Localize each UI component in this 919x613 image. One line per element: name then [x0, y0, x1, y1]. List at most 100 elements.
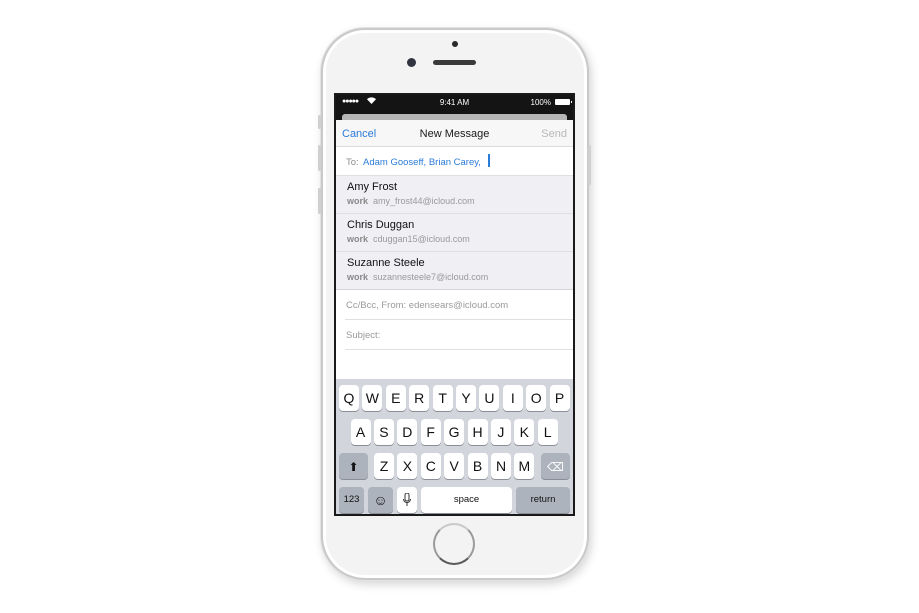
key-label: H	[472, 424, 483, 440]
keyboard-row-3: ⬆ ⌫ ZXCVBNM	[336, 453, 573, 480]
email-type: work	[347, 272, 369, 282]
key-e[interactable]: E	[385, 385, 406, 411]
keyboard-row-4: 123 ☺ space return	[336, 487, 573, 514]
contact-suggestions-list: Amy Frost work amy_frost44@icloud.com Ch…	[336, 176, 573, 290]
key-z[interactable]: Z	[374, 453, 394, 479]
list-item[interactable]: Amy Frost work amy_frost44@icloud.com	[336, 176, 573, 214]
return-label: return	[530, 494, 556, 505]
earpiece-speaker	[433, 60, 476, 65]
list-item[interactable]: Chris Duggan work cduggan15@icloud.com	[336, 214, 573, 252]
key-label: Y	[461, 390, 471, 406]
key-label: D	[402, 424, 413, 440]
dictation-key[interactable]	[397, 487, 417, 513]
contact-name: Amy Frost	[347, 181, 398, 193]
key-q[interactable]: Q	[339, 385, 359, 411]
contact-name: Chris Duggan	[347, 219, 415, 231]
return-key[interactable]: return	[516, 487, 570, 513]
key-label: A	[355, 424, 366, 440]
new-message-sheet: Cancel New Message Send To: Adam Gooseff…	[336, 120, 573, 514]
key-f[interactable]: F	[420, 419, 441, 445]
key-m[interactable]: M	[514, 453, 535, 479]
home-button[interactable]	[433, 523, 475, 565]
to-label: To:	[346, 157, 359, 168]
key-l[interactable]: L	[537, 419, 558, 445]
list-item[interactable]: Suzanne Steele work suzannesteele7@iclou…	[336, 252, 573, 290]
stacked-card-edge	[336, 110, 573, 120]
mute-switch	[318, 115, 321, 129]
key-label: X	[402, 458, 413, 474]
key-s[interactable]: S	[373, 419, 394, 445]
key-v[interactable]: V	[444, 453, 465, 479]
battery-percent: 100%	[530, 98, 551, 107]
key-w[interactable]: W	[362, 385, 383, 411]
proximity-sensor	[452, 41, 458, 47]
front-camera	[407, 58, 416, 67]
key-u[interactable]: U	[479, 385, 500, 411]
keyboard-row-1: QWERTYUIOP	[336, 385, 573, 412]
key-k[interactable]: K	[514, 419, 535, 445]
emoji-key[interactable]: ☺	[368, 487, 393, 513]
key-n[interactable]: N	[491, 453, 511, 479]
email-type: work	[347, 196, 369, 206]
text-cursor	[488, 154, 490, 167]
subject-field[interactable]: Subject:	[345, 320, 573, 350]
power-button	[588, 145, 591, 185]
key-label: U	[484, 390, 495, 406]
delete-icon: ⌫	[547, 460, 564, 474]
volume-down-button	[318, 188, 321, 214]
phone-screen: ●●●●● 9:41 AM 100% Cancel New Message Se…	[334, 93, 575, 516]
key-c[interactable]: C	[420, 453, 441, 479]
key-label: P	[554, 390, 565, 406]
key-t[interactable]: T	[432, 385, 453, 411]
emoji-icon: ☺	[373, 492, 388, 508]
numbers-key[interactable]: 123	[339, 487, 364, 513]
key-label: T	[438, 390, 447, 406]
key-label: S	[379, 424, 389, 440]
send-button[interactable]: Send	[541, 128, 567, 140]
to-recipients[interactable]: Adam Gooseff, Brian Carey,	[363, 157, 481, 168]
key-label: N	[495, 458, 507, 474]
key-x[interactable]: X	[397, 453, 418, 479]
key-a[interactable]: A	[350, 419, 371, 445]
message-body[interactable]	[336, 350, 573, 378]
shift-icon: ⬆	[348, 460, 359, 474]
contact-email: suzannesteele7@icloud.com	[373, 272, 489, 282]
key-label: R	[414, 390, 425, 406]
space-key[interactable]: space	[421, 487, 512, 513]
key-label: C	[425, 458, 436, 474]
to-field[interactable]: To: Adam Gooseff, Brian Carey,	[336, 147, 573, 176]
key-b[interactable]: B	[467, 453, 488, 479]
key-g[interactable]: G	[444, 419, 465, 445]
delete-key[interactable]: ⌫	[541, 453, 570, 479]
key-label: G	[448, 424, 460, 440]
key-label: B	[472, 458, 483, 474]
key-y[interactable]: Y	[456, 385, 476, 411]
contact-email: amy_frost44@icloud.com	[373, 196, 475, 206]
cc-bcc-from-field[interactable]: Cc/Bcc, From: edensears@icloud.com	[345, 290, 573, 320]
key-label: I	[510, 390, 515, 406]
subject-label: Subject:	[346, 330, 381, 341]
key-d[interactable]: D	[397, 419, 418, 445]
key-j[interactable]: J	[490, 419, 511, 445]
key-label: O	[530, 390, 542, 406]
key-label: W	[365, 390, 379, 406]
key-label: M	[518, 458, 531, 474]
status-bar: ●●●●● 9:41 AM 100%	[336, 95, 573, 110]
key-label: K	[519, 424, 529, 440]
key-label: F	[426, 424, 435, 440]
key-i[interactable]: I	[502, 385, 523, 411]
key-h[interactable]: H	[467, 419, 488, 445]
keyboard: QWERTYUIOP ASDFGHJKL ⬆ ⌫ ZXCVBNM 123 ☺ s…	[336, 379, 573, 514]
contact-email: cduggan15@icloud.com	[373, 234, 470, 244]
key-o[interactable]: O	[526, 385, 547, 411]
numbers-label: 123	[343, 494, 360, 505]
navigation-bar: Cancel New Message Send	[336, 120, 573, 147]
key-p[interactable]: P	[549, 385, 570, 411]
key-label: Q	[343, 390, 355, 406]
shift-key[interactable]: ⬆	[339, 453, 368, 479]
key-r[interactable]: R	[409, 385, 430, 411]
microphone-icon	[403, 492, 411, 506]
key-label: V	[449, 458, 459, 474]
contact-name: Suzanne Steele	[347, 257, 425, 269]
volume-up-button	[318, 145, 321, 171]
